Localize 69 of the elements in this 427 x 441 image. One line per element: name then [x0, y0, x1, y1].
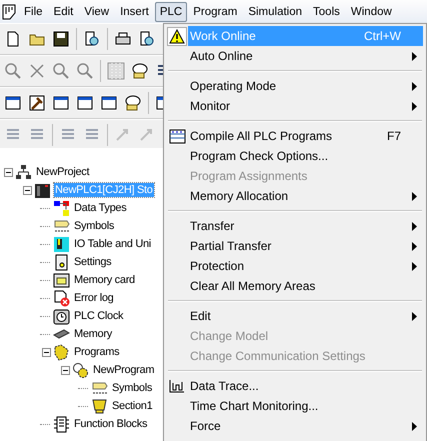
expander-icon[interactable]	[23, 186, 32, 194]
menu-bar-item[interactable]: File	[19, 2, 48, 22]
tree-item[interactable]: IO Table and Uni	[73, 237, 152, 251]
window-icon[interactable]	[4, 94, 22, 112]
menu-item[interactable]: Compile All PLC Programs F7	[188, 126, 423, 146]
tree-item[interactable]: PLC Clock	[73, 309, 124, 323]
tree-item[interactable]: NewProgram	[92, 363, 156, 377]
hierarchy-icon	[15, 164, 32, 180]
hammer-icon[interactable]	[28, 94, 46, 112]
menu-item[interactable]: Protection	[188, 256, 423, 276]
tag-icon	[91, 380, 108, 396]
tree-item[interactable]: Section1	[111, 399, 154, 413]
menu-item[interactable]: Transfer	[188, 216, 423, 236]
menu-bar-item[interactable]: Insert	[115, 2, 154, 22]
note-icon[interactable]	[131, 62, 149, 80]
grid-icon	[168, 128, 186, 144]
tree-item[interactable]: Memory	[73, 327, 113, 341]
error-page-icon	[53, 290, 70, 306]
menu-item[interactable]: Program Check Options...	[188, 146, 423, 166]
chart-icon	[169, 379, 185, 393]
app-icon[interactable]	[2, 4, 16, 20]
magnifier-icon[interactable]	[52, 62, 70, 80]
document-magnifier-icon[interactable]	[83, 30, 101, 48]
block-icon	[53, 416, 70, 432]
card-icon	[53, 272, 70, 288]
warning-icon	[169, 28, 185, 44]
expander-icon[interactable]	[4, 168, 13, 176]
menu-item[interactable]: Data Trace...	[188, 376, 423, 396]
window-icon[interactable]	[100, 94, 118, 112]
tree-item[interactable]: Memory card	[73, 273, 136, 287]
menu-item[interactable]: Monitor	[188, 96, 423, 116]
window-icon[interactable]	[52, 94, 70, 112]
clock-icon	[53, 308, 70, 324]
page-icon	[53, 254, 70, 270]
tree-item[interactable]: Settings	[73, 255, 112, 269]
grid-icon[interactable]	[107, 62, 125, 80]
menu-item[interactable]: Time Chart Monitoring...	[188, 396, 423, 416]
expander-icon[interactable]	[61, 366, 70, 374]
tree-item[interactable]: Programs	[73, 345, 120, 359]
menu-bar-item[interactable]: PLC	[154, 2, 188, 22]
window-icon[interactable]	[76, 94, 94, 112]
menu-item[interactable]: Operating Mode	[188, 76, 423, 96]
module-icon	[53, 236, 70, 252]
tree-item[interactable]: Symbols	[111, 381, 154, 395]
note-icon[interactable]	[124, 94, 142, 112]
menu-item[interactable]: Clear All Memory Areas	[188, 276, 423, 296]
tree-item[interactable]: Function Blocks	[73, 417, 148, 431]
menu-bar-item[interactable]: Program	[188, 2, 242, 22]
document-magnifier-icon[interactable]	[138, 30, 156, 48]
menu-item[interactable]: Force	[188, 416, 423, 436]
tree-item[interactable]: NewProject	[35, 165, 90, 179]
menu-bar-item[interactable]: Simulation	[243, 2, 308, 22]
device-icon	[34, 182, 51, 198]
magnifier-icon[interactable]	[76, 62, 94, 80]
menu-bar-item[interactable]: Window	[346, 2, 397, 22]
tree-item[interactable]: Error log	[73, 291, 114, 305]
menu-bar-item[interactable]: Edit	[48, 2, 78, 22]
menu-bar-item[interactable]: View	[79, 2, 114, 22]
menu-item[interactable]: Edit	[188, 306, 423, 326]
squares-icon	[53, 200, 70, 216]
menu-item[interactable]: Auto Online	[188, 46, 423, 66]
menu-bar-item[interactable]: Tools	[308, 2, 345, 22]
menu-item[interactable]: Memory Allocation	[188, 186, 423, 206]
tree-item[interactable]: Data Types	[73, 201, 128, 215]
tag-icon	[53, 218, 70, 234]
magnifier-icon[interactable]	[4, 62, 22, 80]
tree-item[interactable]: Symbols	[73, 219, 116, 233]
menu-item[interactable]: Partial Transfer	[188, 236, 423, 256]
expander-icon[interactable]	[42, 348, 51, 356]
